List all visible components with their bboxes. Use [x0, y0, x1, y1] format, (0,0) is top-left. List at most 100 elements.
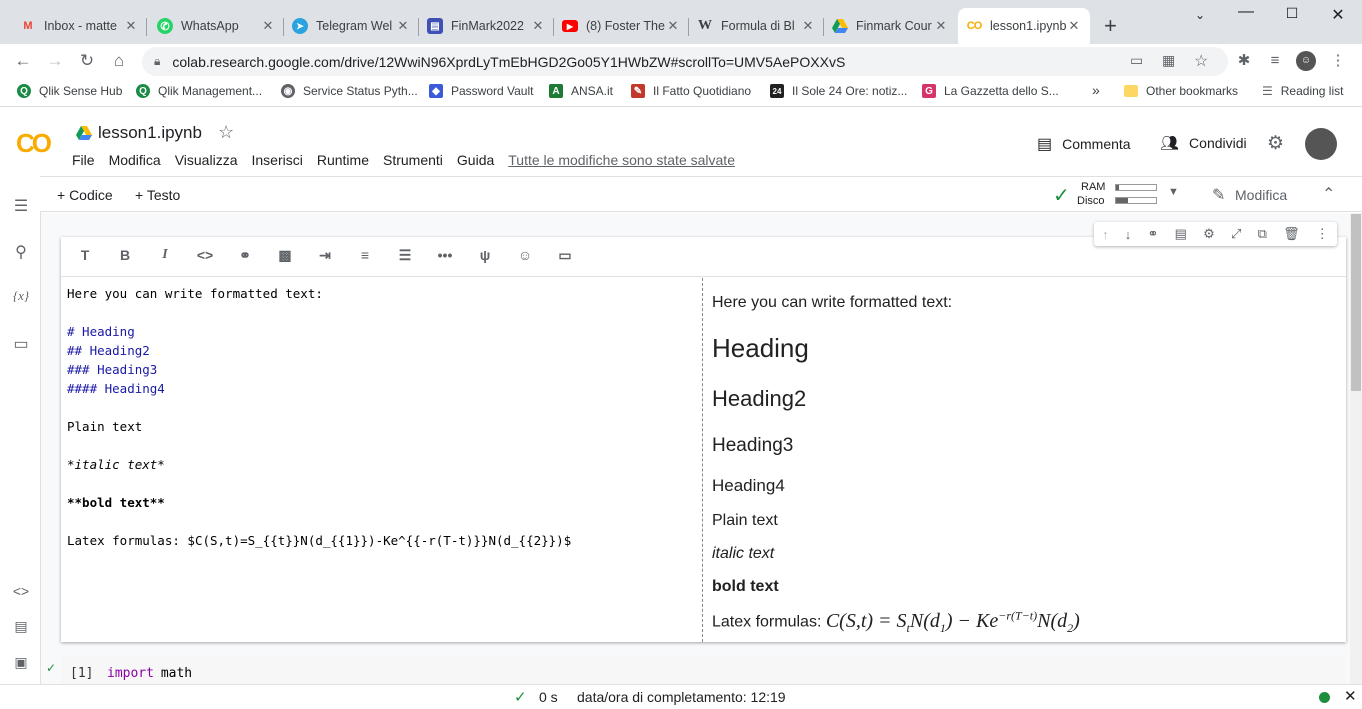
colab-logo[interactable]: CO — [16, 128, 52, 159]
drive-icon[interactable] — [76, 125, 92, 140]
settings-gear-icon[interactable]: ⚙ — [1267, 132, 1284, 155]
save-status-link[interactable]: Tutte le modifiche sono state salvate — [508, 152, 735, 168]
tab-telegram[interactable]: ➤ Telegram Wel ✕ — [284, 8, 419, 44]
close-icon[interactable]: ✕ — [123, 18, 139, 34]
tab-wikipedia[interactable]: W Formula di Bl ✕ — [689, 8, 824, 44]
image-icon[interactable]: ▩ — [272, 247, 298, 267]
scrollbar-thumb[interactable] — [1351, 214, 1361, 391]
disk-usage-bar[interactable] — [1115, 197, 1157, 204]
link-icon[interactable]: ⚭ — [232, 247, 258, 267]
bookmark-service-status[interactable]: ◉ Service Status Pyth... — [281, 84, 418, 98]
close-icon[interactable]: ✕ — [933, 18, 949, 34]
code-icon[interactable]: <> — [192, 247, 218, 267]
bold-icon[interactable]: B — [112, 247, 138, 267]
qr-code-icon[interactable]: ▦ — [1162, 52, 1175, 69]
tab-finmark[interactable]: ▤ FinMark2022 ✕ — [419, 8, 554, 44]
profile-avatar-icon[interactable]: ☺ — [1296, 51, 1316, 71]
tab-search-icon[interactable]: ⌄ — [1177, 8, 1223, 22]
minimize-icon[interactable]: — — [1223, 3, 1269, 21]
move-down-icon[interactable]: ↓ — [1125, 227, 1132, 242]
variables-icon[interactable]: {x} — [10, 288, 32, 304]
menu-runtime[interactable]: Runtime — [317, 152, 369, 168]
indent-icon[interactable]: ⇥ — [312, 247, 338, 267]
bookmark-star-icon[interactable]: ☆ — [1194, 51, 1208, 71]
expand-icon[interactable]: ⤢ — [1231, 226, 1241, 242]
close-icon[interactable]: ✕ — [530, 18, 546, 34]
bookmark-qlik-management[interactable]: Q Qlik Management... — [136, 84, 262, 98]
gear-icon[interactable]: ⚙ — [1203, 226, 1215, 242]
command-palette-icon[interactable]: ▤ — [10, 618, 32, 635]
media-control-icon[interactable]: ≡ — [1265, 51, 1285, 71]
menu-visualizza[interactable]: Visualizza — [175, 152, 238, 168]
forward-icon[interactable]: → — [44, 50, 66, 72]
close-icon[interactable]: ✕ — [665, 18, 681, 34]
new-tab-icon[interactable]: + — [1104, 13, 1117, 39]
collapse-chevron-icon[interactable]: ⌃ — [1322, 184, 1335, 204]
bookmark-qlik-sense-hub[interactable]: Q Qlik Sense Hub — [17, 84, 122, 98]
bookmark-sole-24-ore[interactable]: 24 Il Sole 24 Ore: notiz... — [770, 84, 907, 98]
menu-strumenti[interactable]: Strumenti — [383, 152, 443, 168]
close-window-icon[interactable]: ✕ — [1315, 5, 1361, 25]
menu-inserisci[interactable]: Inserisci — [251, 152, 302, 168]
numbered-list-icon[interactable]: ≡ — [352, 247, 378, 267]
code-snippets-icon[interactable]: <> — [10, 583, 32, 599]
tab-drive[interactable]: Finmark Cour ✕ — [824, 8, 957, 44]
bulleted-list-icon[interactable]: ☰ — [392, 247, 418, 267]
star-icon[interactable]: ☆ — [218, 122, 234, 143]
address-bar[interactable]: 🔒︎ colab.research.google.com/drive/12Wwi… — [142, 47, 1228, 76]
add-text-button[interactable]: + Testo — [135, 187, 180, 203]
tab-whatsapp[interactable]: ✆ WhatsApp ✕ — [149, 8, 284, 44]
more-vert-icon[interactable]: ⋮ — [1316, 226, 1329, 242]
runtime-dropdown-icon[interactable]: ▼ — [1168, 186, 1179, 198]
menu-guida[interactable]: Guida — [457, 152, 494, 168]
comment-icon[interactable]: ▤ — [1175, 226, 1187, 242]
bookmark-il-fatto[interactable]: ✎ Il Fatto Quotidiano — [631, 84, 751, 98]
install-app-icon[interactable]: ▭ — [1130, 52, 1143, 69]
delete-icon[interactable]: 🗑︎ — [1283, 226, 1300, 242]
latex-psi-icon[interactable]: ψ — [472, 247, 498, 267]
bookmark-gazzetta[interactable]: G La Gazzetta dello S... — [922, 84, 1059, 98]
close-icon[interactable]: ✕ — [1066, 18, 1082, 34]
add-code-button[interactable]: + Codice — [57, 187, 113, 203]
code-cell[interactable]: ✓ [1] import math — [46, 656, 1346, 684]
mirror-cell-icon[interactable]: ⧉ — [1258, 226, 1267, 242]
bookmark-password-vault[interactable]: ◆ Password Vault — [429, 84, 533, 98]
lock-icon[interactable]: 🔒︎ — [154, 54, 160, 69]
files-folder-icon[interactable]: ▭ — [10, 334, 32, 354]
close-icon[interactable]: ✕ — [800, 18, 816, 34]
tab-colab-active[interactable]: CO lesson1.ipynb ✕ — [958, 8, 1090, 44]
text-cell[interactable]: T B I <> ⚭ ▩ ⇥ ≡ ☰ ••• ψ ☺ ▭ Here you ca… — [61, 237, 1346, 642]
extensions-icon[interactable]: ✱ — [1234, 51, 1254, 71]
italic-icon[interactable]: I — [152, 247, 178, 267]
reading-list[interactable]: ☰ Reading list — [1262, 84, 1343, 98]
terminal-icon[interactable]: ▣ — [10, 654, 32, 671]
bookmark-ansa[interactable]: A ANSA.it — [549, 84, 613, 98]
more-bookmarks-button[interactable]: » — [1092, 82, 1100, 98]
close-icon[interactable]: ✕ — [395, 18, 411, 34]
user-avatar[interactable] — [1305, 128, 1337, 160]
move-up-icon[interactable]: ↑ — [1102, 227, 1109, 242]
comment-button[interactable]: ▤ Commenta — [1037, 134, 1131, 154]
text-size-icon[interactable]: T — [72, 247, 98, 267]
close-icon[interactable]: ✕ — [260, 18, 276, 34]
markdown-editor[interactable]: Here you can write formatted text: # Hea… — [61, 278, 703, 642]
emoji-icon[interactable]: ☺ — [512, 247, 538, 267]
notebook-name[interactable]: lesson1.ipynb — [98, 123, 202, 143]
search-icon[interactable]: ⚲ — [10, 242, 32, 262]
reload-icon[interactable]: ↻ — [76, 50, 98, 72]
menu-modifica[interactable]: Modifica — [109, 152, 161, 168]
ram-usage-bar[interactable] — [1115, 184, 1157, 191]
browser-menu-icon[interactable]: ⋮ — [1328, 51, 1348, 71]
share-button[interactable]: 👥︎ Condividi — [1160, 134, 1247, 152]
preview-layout-icon[interactable]: ▭ — [552, 247, 578, 267]
menu-file[interactable]: File — [72, 152, 95, 168]
table-of-contents-icon[interactable]: ☰ — [10, 196, 32, 216]
link-icon[interactable]: ⚭ — [1148, 226, 1159, 242]
home-icon[interactable]: ⌂ — [108, 50, 130, 72]
maximize-icon[interactable]: ☐ — [1269, 5, 1315, 22]
tab-youtube[interactable]: ▶ (8) Foster The ✕ — [554, 8, 689, 44]
back-icon[interactable]: ← — [12, 50, 34, 72]
other-bookmarks[interactable]: Other bookmarks — [1124, 84, 1238, 98]
edit-mode-button[interactable]: Modifica — [1235, 187, 1287, 203]
close-status-icon[interactable]: ✕ — [1344, 687, 1357, 705]
